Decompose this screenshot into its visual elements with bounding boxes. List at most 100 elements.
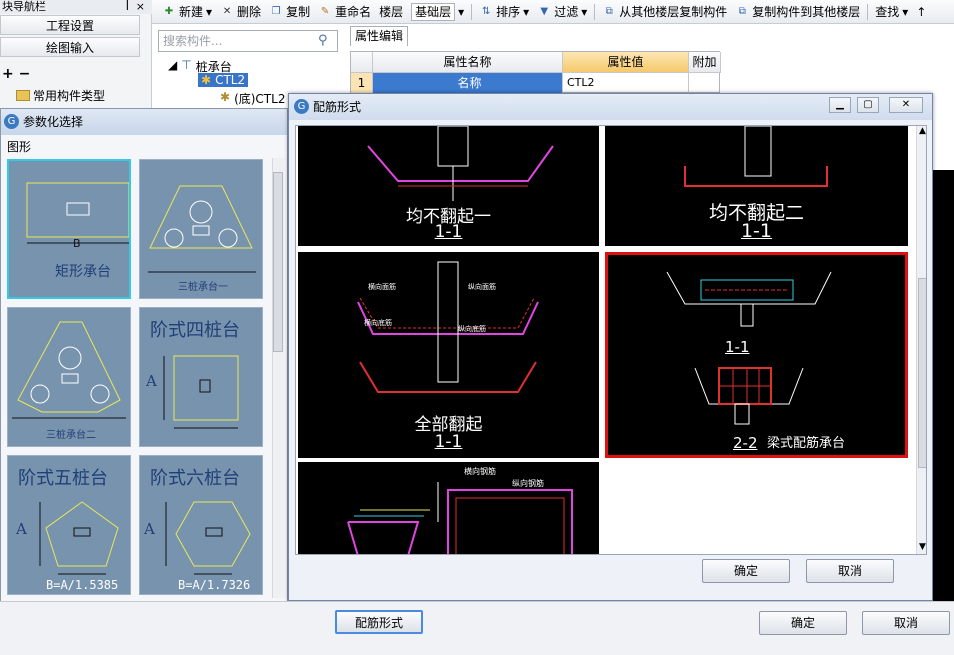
- delete-button[interactable]: ✕ 删除: [216, 1, 265, 23]
- new-icon: ✚: [164, 5, 174, 17]
- copy-button[interactable]: ❐ 复制: [265, 1, 314, 23]
- app-icon: G: [294, 99, 309, 114]
- app-icon: G: [4, 114, 19, 129]
- header-property-value: 属性值: [563, 52, 689, 73]
- rebar-label: 纵向底筋: [458, 325, 486, 333]
- pin-icon[interactable]: ꟾ: [126, 0, 129, 13]
- dim-label: A: [144, 520, 155, 538]
- dialog-ok-button[interactable]: 确定: [702, 559, 790, 583]
- tree-item-ctl2[interactable]: ✱ CTL2: [198, 73, 249, 87]
- chevron-down-icon: ▾: [458, 4, 465, 19]
- cancel-button[interactable]: 取消: [862, 611, 950, 635]
- rebar-option-3[interactable]: 横向面筋 纵向面筋 横向底筋 纵向底筋 全部翻起 1-1: [298, 252, 599, 458]
- floor-select[interactable]: 基础层 ▾: [407, 1, 468, 23]
- shape-tile-three-pile-2[interactable]: 三桩承台二: [7, 307, 131, 447]
- close-button[interactable]: ✕: [889, 97, 923, 113]
- new-button[interactable]: ✚ 新建 ▾: [158, 1, 216, 23]
- filter-icon: ▼: [540, 5, 549, 17]
- tile-label: 矩形承台: [55, 264, 111, 280]
- rebar-form-dialog: 配筋形式 G ▁ ▢ ✕ 均不翻起一 1-1 均不翻起二 1-1 横向面筋 纵向…: [288, 93, 933, 601]
- rebar-form-gallery: 均不翻起一 1-1 均不翻起二 1-1 横向面筋 纵向面筋 横向底筋 纵向底筋 …: [295, 125, 927, 555]
- tile-label: 三桩承台一: [178, 282, 228, 293]
- tree-item-ctl2-bottom[interactable]: ✱ (底)CTL2: [220, 90, 285, 107]
- tab-property-edit[interactable]: 属性编辑: [350, 26, 408, 46]
- gallery-scrollbar-thumb[interactable]: [918, 278, 926, 468]
- sort-button[interactable]: ⇅ 排序 ▾: [475, 1, 533, 23]
- copy-to-floor-button[interactable]: ⧉ 复制构件到其他楼层: [731, 1, 864, 23]
- property-value-cell[interactable]: CTL2: [563, 73, 689, 93]
- gear-icon: ✱: [220, 90, 231, 104]
- tile-label: 阶式四桩台: [150, 320, 240, 341]
- find-button[interactable]: 查找 ▾: [871, 1, 912, 23]
- rename-icon: ✎: [320, 5, 330, 17]
- dim-label: A: [146, 372, 157, 390]
- section-label: 1-1: [740, 220, 773, 242]
- rebar-form-button[interactable]: 配筋形式: [335, 610, 423, 634]
- gear-icon: ✱: [201, 73, 212, 87]
- property-name-cell[interactable]: 名称: [373, 73, 563, 93]
- rebar-label: 纵向钢筋: [512, 479, 544, 488]
- copy-from-floor-icon: ⧉: [605, 5, 613, 17]
- section-drawing: [666, 271, 832, 425]
- ok-button[interactable]: 确定: [759, 611, 847, 635]
- scroll-down-icon[interactable]: ▼: [917, 542, 926, 552]
- header-extra: 附加: [689, 52, 721, 73]
- shape-label: 图形: [7, 140, 32, 154]
- tree-item-common-types[interactable]: 常用构件类型: [16, 87, 105, 104]
- formula-label: B=A/1.5385: [46, 578, 119, 592]
- tiles-scrollbar-thumb[interactable]: [273, 172, 283, 352]
- window-title: 参数化选择: [1, 109, 287, 135]
- rebar-option-2[interactable]: 均不翻起二 1-1: [605, 126, 908, 246]
- shape-tile-three-pile-1[interactable]: 三桩承台一: [139, 159, 263, 299]
- rebar-option-5[interactable]: 横向钢筋 纵向钢筋: [298, 462, 599, 554]
- drawing-input-button[interactable]: 绘图输入: [0, 37, 140, 57]
- folder-icon: [16, 90, 30, 101]
- component-search-input[interactable]: 搜索构件...: [158, 30, 338, 52]
- background-canvas: [933, 170, 954, 601]
- bottom-bar: 配筋形式 确定 取消: [0, 601, 954, 655]
- shape-tile-stepped-five[interactable]: 阶式五桩台 A B=A/1.5385: [7, 455, 131, 595]
- copy-icon: ❐: [271, 5, 281, 17]
- dim-label: B: [73, 237, 81, 250]
- section-label: 1-1: [725, 338, 750, 356]
- filter-button[interactable]: ▼ 过滤 ▾: [533, 1, 591, 23]
- rebar-label: 横向底筋: [364, 319, 392, 327]
- rebar-label: 横向钢筋: [464, 467, 496, 476]
- rebar-label: 纵向面筋: [468, 283, 496, 291]
- shape-tile-stepped-six[interactable]: 阶式六桩台 A B=A/1.7326: [139, 455, 263, 595]
- common-types-label: 常用构件类型: [33, 89, 106, 103]
- pile-cap-icon: ⊤: [181, 58, 192, 72]
- section-label: 1-1: [434, 432, 463, 452]
- delete-icon: ✕: [222, 5, 232, 17]
- rebar-option-1[interactable]: 均不翻起一 1-1: [298, 126, 599, 246]
- main-toolbar: ✚ 新建 ▾ ✕ 删除 ❐ 复制 ✎ 重命名 楼层 基础层 ▾ ⇅ 排序 ▾ ▼ 过滤 ▾ ⧉ 从其他…: [152, 0, 954, 24]
- navigation-panel: 块导航栏 ꟾ × 工程设置 绘图输入 + − 常用构件类型: [0, 0, 152, 108]
- rename-button[interactable]: ✎ 重命名: [314, 1, 375, 23]
- maximize-button[interactable]: ▢: [857, 97, 879, 113]
- parametric-selection-window: 参数化选择 G 图形 B 矩形承台 三桩承台一 三桩承台二 阶式四桩台 A 阶式…: [0, 108, 288, 608]
- expand-collapse-icon[interactable]: + −: [2, 66, 30, 82]
- copy-to-floor-icon: ⧉: [738, 5, 746, 17]
- up-icon[interactable]: ↑: [912, 1, 930, 23]
- section-label-2: 2-2: [733, 434, 758, 452]
- dim-label: A: [16, 520, 27, 538]
- sort-icon: ⇅: [481, 5, 491, 17]
- minimize-button[interactable]: ▁: [829, 97, 851, 113]
- shape-tile-stepped-four[interactable]: 阶式四桩台 A: [139, 307, 263, 447]
- copy-from-floor-button[interactable]: ⧉ 从其他楼层复制构件: [598, 1, 731, 23]
- gallery-scrollbar[interactable]: ▲ ▼: [916, 126, 926, 554]
- dialog-cancel-button[interactable]: 取消: [806, 559, 894, 583]
- section-drawing: [347, 482, 573, 554]
- section-label: 1-1: [434, 222, 463, 242]
- navigation-title: 块导航栏: [0, 0, 152, 14]
- tile-label: 阶式六桩台: [150, 468, 240, 489]
- search-icon[interactable]: ⚲: [318, 33, 334, 49]
- scroll-up-icon[interactable]: ▲: [917, 126, 926, 136]
- project-settings-button[interactable]: 工程设置: [0, 15, 140, 35]
- shape-tile-rect[interactable]: B 矩形承台: [7, 159, 131, 299]
- option-caption: 梁式配筋承台: [767, 436, 846, 451]
- tile-label: 阶式五桩台: [18, 468, 108, 489]
- close-icon[interactable]: ×: [136, 0, 145, 13]
- rebar-label: 横向面筋: [368, 283, 396, 291]
- rebar-option-4[interactable]: 1-1 2-2 梁式配筋承台: [605, 252, 908, 458]
